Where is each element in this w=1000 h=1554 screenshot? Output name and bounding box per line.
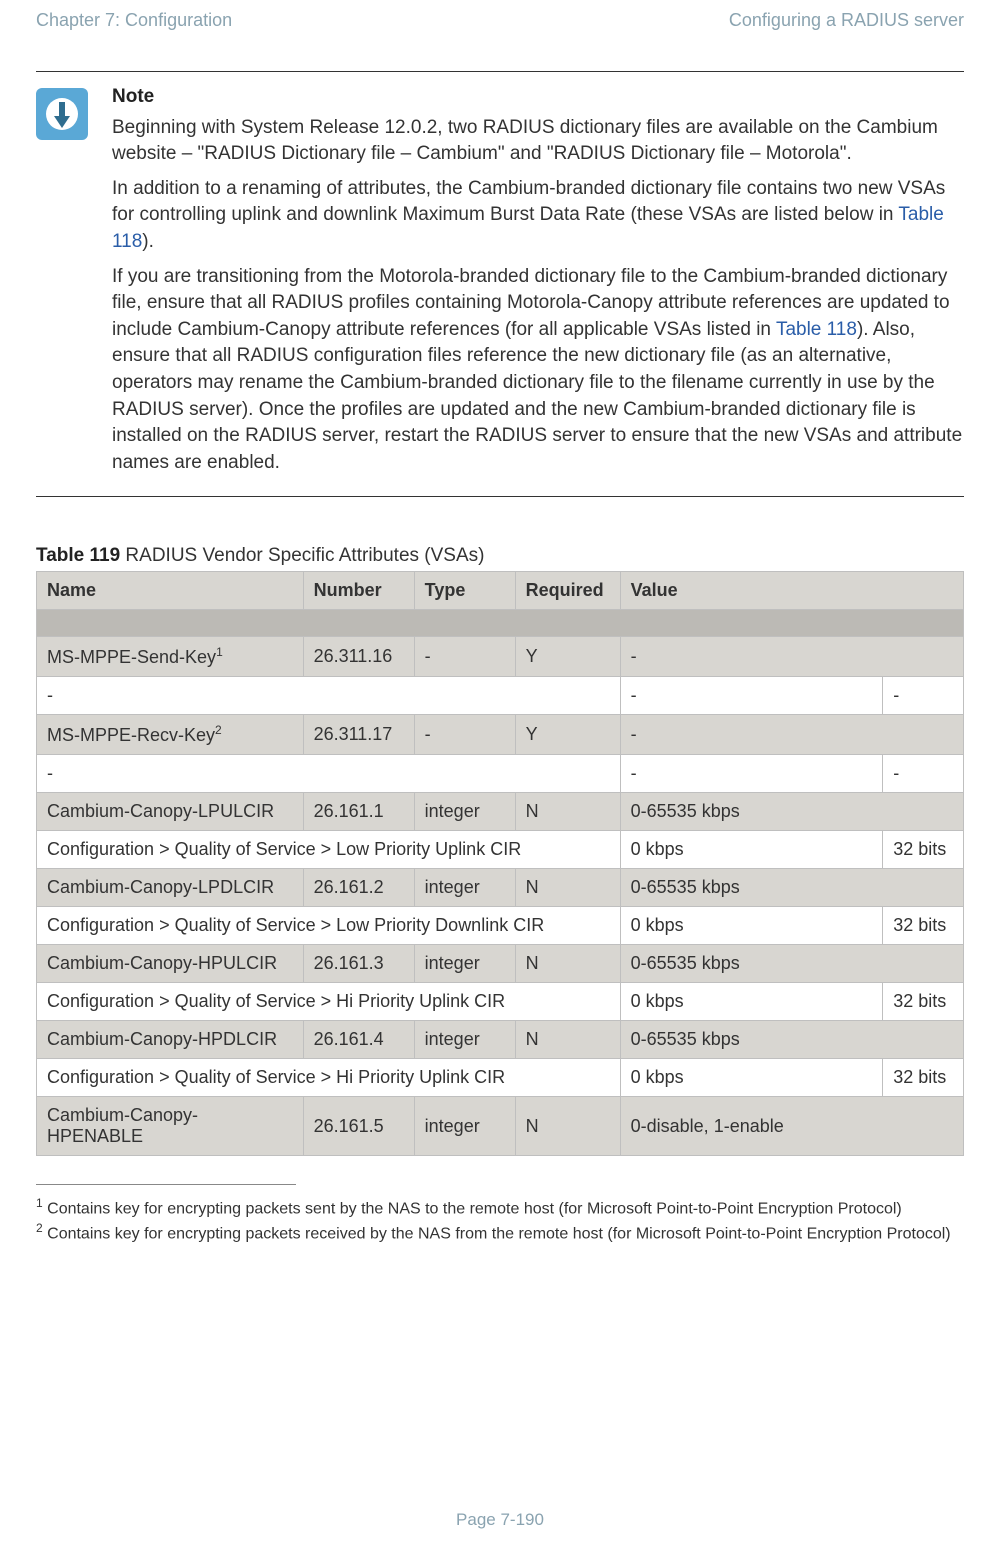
footnotes: 1 Contains key for encrypting packets se…	[36, 1195, 964, 1245]
page-number: Page 7-190	[0, 1510, 1000, 1530]
table-row: Configuration > Quality of Service > Hi …	[37, 1059, 964, 1097]
col-name: Name	[37, 572, 304, 610]
note-content: Note Beginning with System Release 12.0.…	[112, 84, 964, 484]
table-row: Cambium-Canopy-LPULCIR 26.161.1 integer …	[37, 793, 964, 831]
table-row: Cambium-Canopy-HPDLCIR 26.161.4 integer …	[37, 1021, 964, 1059]
table-row: Configuration > Quality of Service > Low…	[37, 831, 964, 869]
table-row: - - -	[37, 677, 964, 715]
table-row: Cambium-Canopy-HPULCIR 26.161.3 integer …	[37, 945, 964, 983]
table-row: MS-MPPE-Recv-Key2 26.311.17 - Y -	[37, 715, 964, 755]
header-left: Chapter 7: Configuration	[36, 10, 232, 31]
col-required: Required	[515, 572, 620, 610]
table-row: Cambium-Canopy-LPDLCIR 26.161.2 integer …	[37, 869, 964, 907]
table-row: - - -	[37, 755, 964, 793]
table-header-row: Name Number Type Required Value	[37, 572, 964, 610]
note-paragraph: Beginning with System Release 12.0.2, tw…	[112, 115, 964, 168]
table-title: Table 119 RADIUS Vendor Specific Attribu…	[36, 545, 964, 567]
note-title: Note	[112, 84, 964, 111]
vsa-table: Name Number Type Required Value MS-MPPE-…	[36, 571, 964, 1156]
table-row: Configuration > Quality of Service > Hi …	[37, 983, 964, 1021]
link-table-118[interactable]: Table 118	[776, 319, 857, 340]
table-row: Cambium-Canopy-HPENABLE 26.161.5 integer…	[37, 1097, 964, 1156]
table-row: Configuration > Quality of Service > Low…	[37, 907, 964, 945]
page-header: Chapter 7: Configuration Configuring a R…	[36, 10, 964, 71]
footnote: 2 Contains key for encrypting packets re…	[36, 1220, 964, 1245]
note-icon	[36, 84, 88, 484]
table-spacer-row	[37, 610, 964, 637]
col-type: Type	[414, 572, 515, 610]
col-number: Number	[303, 572, 414, 610]
note-box: Note Beginning with System Release 12.0.…	[36, 71, 964, 497]
table-row: MS-MPPE-Send-Key1 26.311.16 - Y -	[37, 637, 964, 677]
header-right: Configuring a RADIUS server	[729, 10, 964, 31]
note-paragraph: If you are transitioning from the Motoro…	[112, 264, 964, 477]
note-paragraph: In addition to a renaming of attributes,…	[112, 176, 964, 256]
footnote-separator	[36, 1184, 296, 1185]
col-value: Value	[620, 572, 963, 610]
footnote: 1 Contains key for encrypting packets se…	[36, 1195, 964, 1220]
